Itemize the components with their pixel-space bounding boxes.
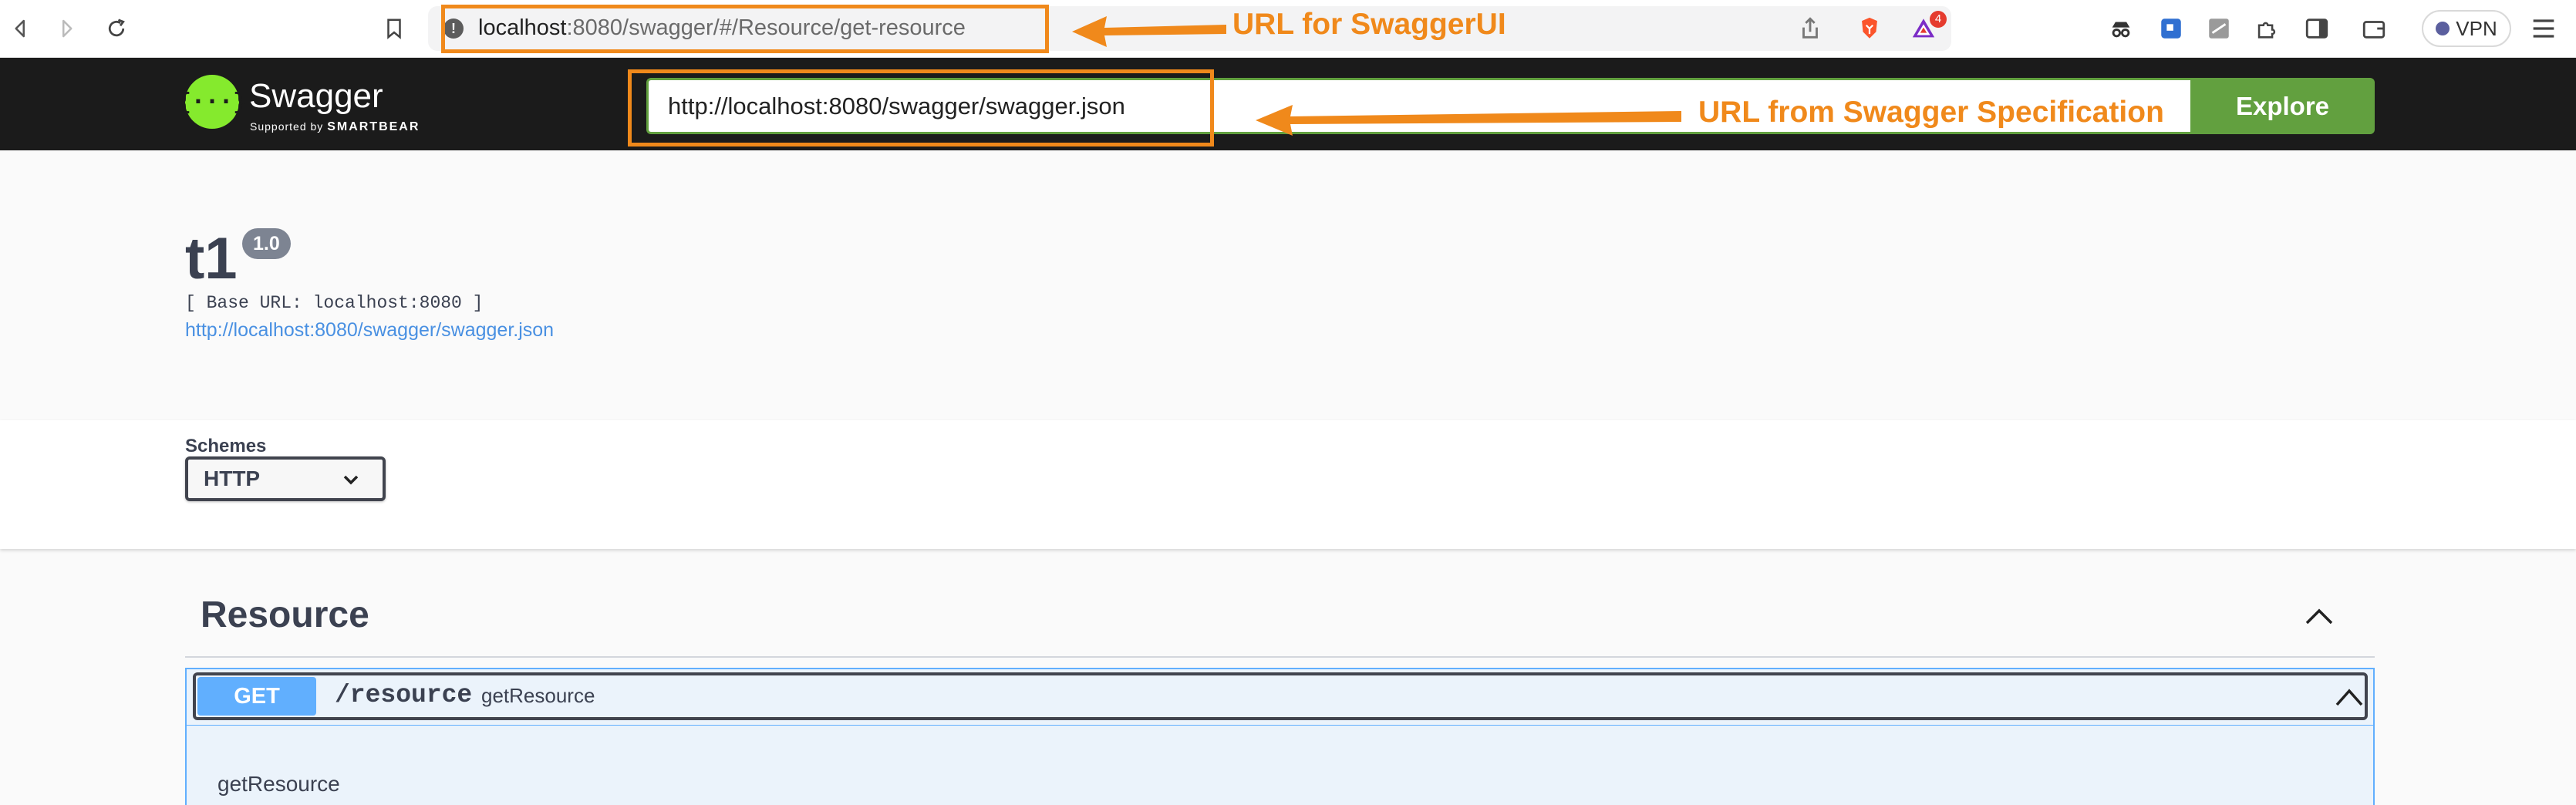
logo-sub-prefix: Supported by	[250, 120, 324, 133]
spec-url-annotation: URL from Swagger Specification	[1698, 96, 2164, 129]
spec-link[interactable]: http://localhost:8080/swagger/swagger.js…	[185, 319, 554, 342]
swagger-logo-title: Swagger	[249, 77, 383, 115]
explore-button[interactable]: Explore	[2190, 78, 2375, 134]
forward-button[interactable]	[49, 11, 84, 46]
back-button[interactable]	[3, 11, 39, 46]
tag-divider	[185, 656, 2375, 658]
share-button[interactable]	[1795, 13, 1826, 44]
operation-divider	[187, 725, 2373, 726]
method-badge: GET	[197, 677, 316, 716]
extensions-button[interactable]	[2251, 13, 2282, 44]
puzzle-icon	[2257, 22, 2276, 39]
swaggerui-url-highlight-box	[441, 5, 1049, 53]
hamburger-menu-icon	[2533, 19, 2554, 38]
wallet-button[interactable]	[2359, 13, 2389, 44]
browser-menu-button[interactable]	[2528, 13, 2559, 44]
operation-description: getResource	[217, 772, 340, 796]
vpn-label: VPN	[2456, 16, 2497, 40]
api-title: t1	[185, 226, 238, 291]
schemes-label: Schemes	[185, 436, 267, 456]
brave-lion-icon	[1862, 17, 1877, 39]
sidebar-icon	[2305, 19, 2328, 39]
detective-icon	[2112, 22, 2130, 38]
rewards-count-badge: 4	[1930, 11, 1947, 28]
reload-icon	[108, 19, 125, 37]
brave-shields-button[interactable]	[1854, 13, 1885, 44]
back-icon	[15, 19, 25, 38]
operation-collapse-chevron-icon[interactable]	[2334, 683, 2365, 709]
bookmark-icon	[387, 19, 401, 39]
swaggerui-url-arrow-icon	[1072, 16, 1226, 47]
base-url: [ Base URL: localhost:8080 ]	[185, 293, 484, 313]
vpn-button[interactable]: VPN	[2422, 10, 2511, 47]
chevron-up-icon[interactable]	[2302, 600, 2336, 634]
swagger-logo-subtitle: Supported by SMARTBEAR	[250, 120, 420, 134]
sidebar-toggle-button[interactable]	[2301, 13, 2332, 44]
logo-sub-brand: SMARTBEAR	[327, 120, 420, 133]
reload-button[interactable]	[99, 11, 134, 46]
bookmark-button[interactable]	[376, 11, 412, 46]
version-badge: 1.0	[242, 228, 291, 259]
share-icon	[1802, 17, 1818, 39]
extension-blue-icon	[2161, 19, 2181, 39]
wallet-icon	[2362, 21, 2385, 39]
extension-blue-button[interactable]	[2156, 13, 2187, 44]
chevron-down-icon	[343, 475, 359, 485]
extension-gray-icon	[2209, 19, 2229, 39]
swagger-logo-icon[interactable]: {···}	[177, 75, 247, 129]
tag-title-resource[interactable]: Resource	[201, 594, 369, 636]
forward-icon	[62, 19, 72, 38]
extension-gray-button[interactable]	[2203, 13, 2234, 44]
swaggerui-url-annotation: URL for SwaggerUI	[1232, 8, 1506, 41]
schemes-container	[0, 420, 2576, 549]
operation-summary-text: getResource	[481, 684, 595, 707]
spec-url-highlight-box	[628, 69, 1214, 147]
extension-spy-button[interactable]	[2106, 13, 2136, 44]
vpn-status-icon	[2436, 22, 2450, 35]
operation-path: /resource	[335, 681, 473, 709]
spec-url-arrow-icon	[1256, 105, 1681, 136]
